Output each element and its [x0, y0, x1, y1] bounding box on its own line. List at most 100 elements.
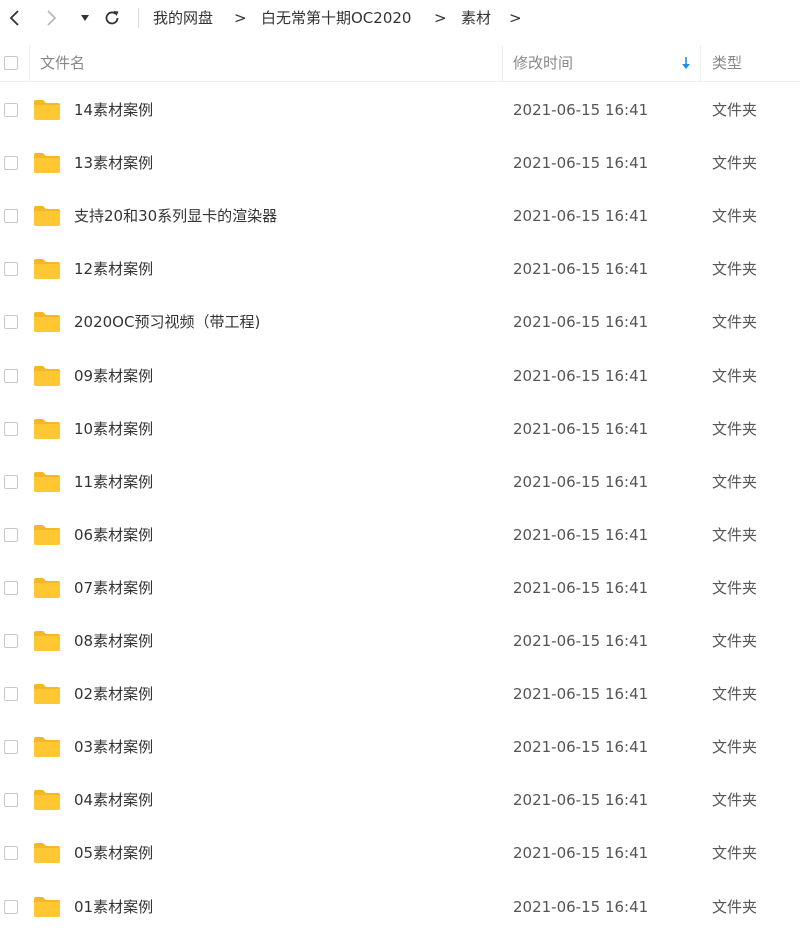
file-modified: 2021-06-15 16:41 [513, 101, 649, 119]
column-divider [29, 45, 30, 81]
file-type: 文件夹 [712, 207, 758, 225]
file-modified: 2021-06-15 16:41 [513, 367, 649, 385]
row-checkbox[interactable] [4, 900, 18, 914]
file-type: 文件夹 [712, 844, 758, 862]
row-checkbox[interactable] [4, 475, 18, 489]
file-row[interactable]: 09素材案例 2021-06-15 16:41 文件夹 [0, 350, 800, 403]
folder-icon [34, 631, 60, 651]
file-name[interactable]: 支持20和30系列显卡的渲染器 [74, 206, 277, 226]
file-type: 文件夹 [712, 473, 758, 491]
file-name[interactable]: 2020OC预习视频（带工程) [74, 312, 260, 332]
breadcrumb-separator: > [234, 9, 247, 27]
file-list-header: 文件名 修改时间 类型 [0, 45, 800, 82]
file-modified: 2021-06-15 16:41 [513, 898, 649, 916]
forward-button[interactable] [42, 4, 62, 32]
file-modified: 2021-06-15 16:41 [513, 791, 649, 809]
caret-down-icon [81, 15, 89, 21]
row-checkbox[interactable] [4, 369, 18, 383]
file-modified: 2021-06-15 16:41 [513, 526, 649, 544]
folder-icon [34, 684, 60, 704]
file-name[interactable]: 05素材案例 [74, 843, 153, 863]
row-checkbox[interactable] [4, 740, 18, 754]
select-all-checkbox[interactable] [4, 56, 18, 70]
chevron-left-icon [9, 10, 19, 26]
file-name[interactable]: 09素材案例 [74, 366, 153, 386]
file-modified: 2021-06-15 16:41 [513, 632, 649, 650]
folder-icon [34, 578, 60, 598]
file-type: 文件夹 [712, 526, 758, 544]
file-row[interactable]: 01素材案例 2021-06-15 16:41 文件夹 [0, 881, 800, 934]
file-name[interactable]: 12素材案例 [74, 259, 153, 279]
row-checkbox[interactable] [4, 634, 18, 648]
file-name[interactable]: 04素材案例 [74, 790, 153, 810]
folder-icon [34, 366, 60, 386]
row-checkbox[interactable] [4, 315, 18, 329]
file-modified: 2021-06-15 16:41 [513, 685, 649, 703]
folder-icon [34, 259, 60, 279]
row-checkbox[interactable] [4, 528, 18, 542]
folder-icon [34, 419, 60, 439]
file-row[interactable]: 08素材案例 2021-06-15 16:41 文件夹 [0, 615, 800, 668]
file-row[interactable]: 13素材案例 2021-06-15 16:41 文件夹 [0, 137, 800, 190]
file-row[interactable]: 11素材案例 2021-06-15 16:41 文件夹 [0, 456, 800, 509]
file-row[interactable]: 07素材案例 2021-06-15 16:41 文件夹 [0, 562, 800, 615]
file-type: 文件夹 [712, 685, 758, 703]
file-row[interactable]: 06素材案例 2021-06-15 16:41 文件夹 [0, 509, 800, 562]
back-button[interactable] [4, 4, 24, 32]
row-checkbox[interactable] [4, 209, 18, 223]
file-type: 文件夹 [712, 154, 758, 172]
file-row[interactable]: 14素材案例 2021-06-15 16:41 文件夹 [0, 84, 800, 137]
file-row[interactable]: 支持20和30系列显卡的渲染器 2021-06-15 16:41 文件夹 [0, 190, 800, 243]
sort-descending-icon[interactable] [681, 56, 691, 70]
file-modified: 2021-06-15 16:41 [513, 313, 649, 331]
file-modified: 2021-06-15 16:41 [513, 738, 649, 756]
file-row[interactable]: 2020OC预习视频（带工程) 2021-06-15 16:41 文件夹 [0, 296, 800, 349]
row-checkbox[interactable] [4, 103, 18, 117]
folder-icon [34, 206, 60, 226]
column-header-modified[interactable]: 修改时间 [513, 54, 573, 72]
file-type: 文件夹 [712, 420, 758, 438]
file-row[interactable]: 02素材案例 2021-06-15 16:41 文件夹 [0, 668, 800, 721]
file-name[interactable]: 08素材案例 [74, 631, 153, 651]
file-name[interactable]: 13素材案例 [74, 153, 153, 173]
folder-icon [34, 472, 60, 492]
file-type: 文件夹 [712, 313, 758, 331]
breadcrumb-item-root[interactable]: 我的网盘 [153, 8, 213, 28]
file-modified: 2021-06-15 16:41 [513, 473, 649, 491]
breadcrumb-separator: > [434, 9, 447, 27]
folder-icon [34, 737, 60, 757]
file-type: 文件夹 [712, 738, 758, 756]
file-name[interactable]: 01素材案例 [74, 897, 153, 917]
file-type: 文件夹 [712, 898, 758, 916]
file-row[interactable]: 03素材案例 2021-06-15 16:41 文件夹 [0, 721, 800, 774]
file-row[interactable]: 05素材案例 2021-06-15 16:41 文件夹 [0, 827, 800, 880]
row-checkbox[interactable] [4, 687, 18, 701]
file-type: 文件夹 [712, 260, 758, 278]
breadcrumb-item-parent[interactable]: 白无常第十期OC2020 [261, 8, 411, 28]
file-modified: 2021-06-15 16:41 [513, 207, 649, 225]
row-checkbox[interactable] [4, 581, 18, 595]
file-name[interactable]: 10素材案例 [74, 419, 153, 439]
row-checkbox[interactable] [4, 262, 18, 276]
row-checkbox[interactable] [4, 846, 18, 860]
file-name[interactable]: 06素材案例 [74, 525, 153, 545]
row-checkbox[interactable] [4, 793, 18, 807]
history-dropdown-button[interactable] [78, 4, 92, 32]
file-name[interactable]: 14素材案例 [74, 100, 153, 120]
file-row[interactable]: 10素材案例 2021-06-15 16:41 文件夹 [0, 403, 800, 456]
row-checkbox[interactable] [4, 422, 18, 436]
breadcrumb-item-current[interactable]: 素材 [461, 8, 491, 28]
file-name[interactable]: 02素材案例 [74, 684, 153, 704]
file-name[interactable]: 03素材案例 [74, 737, 153, 757]
column-header-name[interactable]: 文件名 [40, 54, 85, 72]
file-type: 文件夹 [712, 632, 758, 650]
column-header-type[interactable]: 类型 [712, 54, 742, 72]
row-checkbox[interactable] [4, 156, 18, 170]
file-row[interactable]: 12素材案例 2021-06-15 16:41 文件夹 [0, 243, 800, 296]
file-name[interactable]: 07素材案例 [74, 578, 153, 598]
file-name[interactable]: 11素材案例 [74, 472, 153, 492]
folder-icon [34, 312, 60, 332]
column-divider [700, 45, 701, 81]
file-row[interactable]: 04素材案例 2021-06-15 16:41 文件夹 [0, 774, 800, 827]
refresh-button[interactable] [100, 4, 124, 32]
